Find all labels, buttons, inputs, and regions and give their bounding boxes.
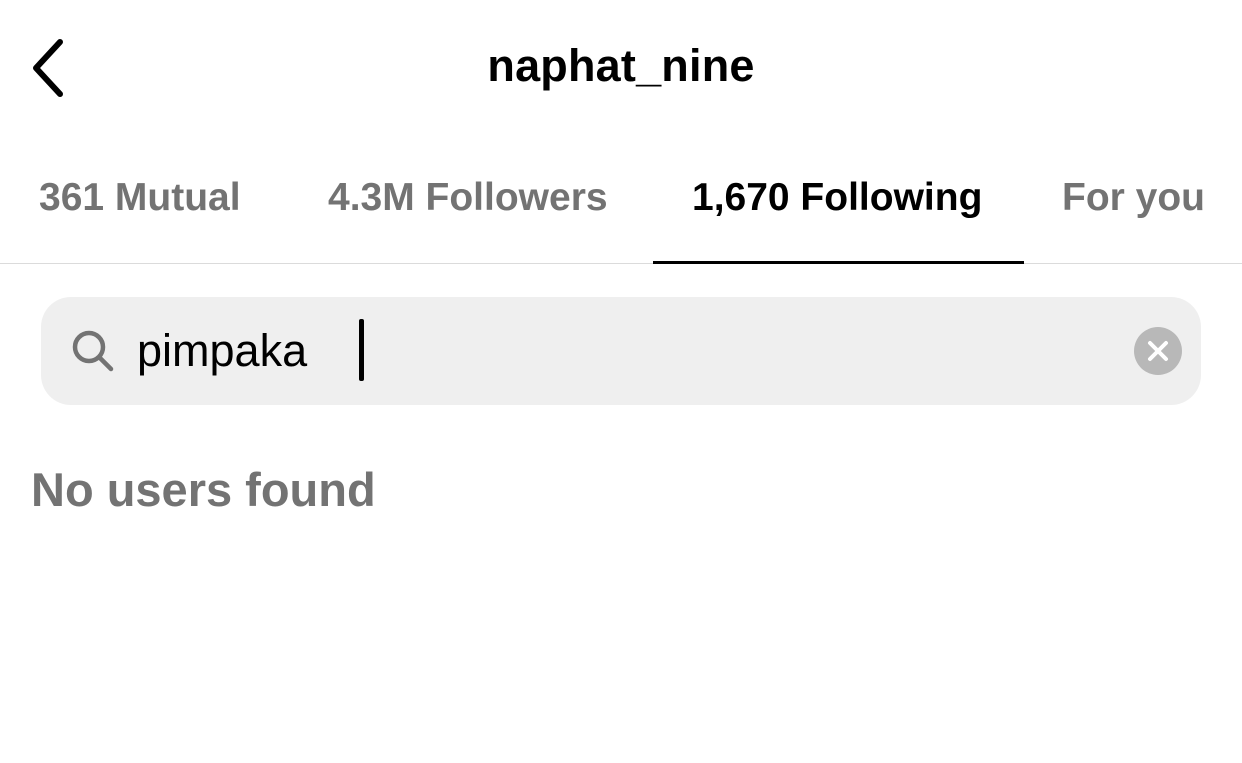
- no-results-message: No users found: [31, 463, 376, 516]
- text-cursor: [359, 319, 364, 381]
- tab-bar: 361 Mutual 4.3M Followers 1,670 Followin…: [0, 138, 1242, 264]
- tab-following[interactable]: 1,670 Following: [692, 176, 982, 220]
- header: naphat_nine: [0, 0, 1242, 138]
- search-bar: [41, 297, 1201, 405]
- page-title: naphat_nine: [487, 40, 755, 91]
- clear-search-button[interactable]: [1134, 327, 1182, 375]
- tab-for-you[interactable]: For you: [1062, 176, 1205, 220]
- search-icon: [72, 330, 114, 372]
- clear-icon: [1148, 341, 1168, 361]
- search-input[interactable]: [137, 317, 1097, 385]
- tab-followers[interactable]: 4.3M Followers: [328, 176, 608, 220]
- tab-mutual[interactable]: 361 Mutual: [39, 176, 241, 220]
- active-tab-indicator: [653, 261, 1024, 264]
